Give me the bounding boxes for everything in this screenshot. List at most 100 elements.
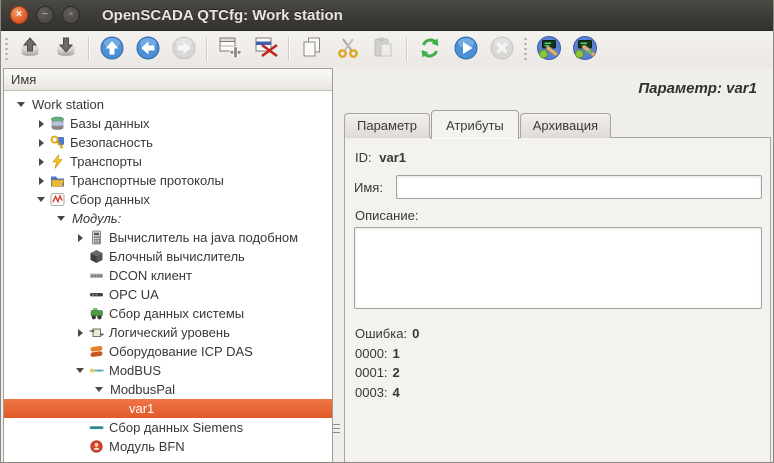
- expander-expanded-icon[interactable]: [94, 387, 108, 392]
- database-arrow-down-icon: [53, 35, 79, 64]
- attributes-tab-content: ID: var1 Имя: Описание: Ошибка:0 0000:1 …: [344, 137, 771, 463]
- expander-collapsed-icon[interactable]: [36, 120, 50, 128]
- arrow-left-circle-icon: [135, 35, 161, 64]
- expander-collapsed-icon[interactable]: [75, 329, 89, 337]
- toolbar: [1, 31, 773, 67]
- splitter-handle[interactable]: [333, 424, 340, 436]
- station-config-button[interactable]: [533, 34, 565, 64]
- go-up-button[interactable]: [96, 34, 128, 64]
- play-circle-icon: [453, 35, 479, 64]
- tree-item-icp-das[interactable]: Оборудование ICP DAS: [4, 342, 332, 361]
- name-input[interactable]: [396, 175, 762, 199]
- tree-item-var1[interactable]: var1: [4, 399, 332, 418]
- lightning-icon: [50, 154, 68, 169]
- item-delete-button[interactable]: [250, 34, 282, 64]
- tab-bar: Параметр Атрибуты Архивация: [344, 108, 612, 138]
- tree-column-header[interactable]: Имя: [4, 69, 332, 91]
- calculator-icon: [89, 230, 107, 245]
- tree-item-bfn-module[interactable]: Модуль BFN: [4, 437, 332, 456]
- attribute-row-0000: 0000:1: [355, 344, 762, 364]
- tree-item-modbuspal[interactable]: ModbusPal: [4, 380, 332, 399]
- attribute-row-error: Ошибка:0: [355, 324, 762, 344]
- close-icon[interactable]: ×: [10, 6, 28, 24]
- go-back-button[interactable]: [132, 34, 164, 64]
- expander-collapsed-icon[interactable]: [36, 158, 50, 166]
- tree-item-partial[interactable]: [4, 456, 332, 463]
- icpdas-logo-icon: [89, 344, 107, 359]
- tree-item-logic-level[interactable]: Логический уровень: [4, 323, 332, 342]
- station-tools-icon: [536, 35, 562, 64]
- toolbar-drag-handle: [523, 38, 528, 60]
- tree-item-transport-protocols[interactable]: Транспортные протоколы: [4, 171, 332, 190]
- name-label: Имя:: [354, 180, 396, 195]
- tree-item-java-calculator[interactable]: Вычислитель на java подобном: [4, 228, 332, 247]
- expander-expanded-icon[interactable]: [16, 102, 30, 107]
- refresh-button[interactable]: [414, 34, 446, 64]
- titlebar: × − ▫ OpenSCADA QTCfg: Work station: [0, 0, 774, 31]
- minimize-icon[interactable]: −: [36, 6, 54, 24]
- tree-item-data-acquisition[interactable]: Сбор данных: [4, 190, 332, 209]
- item-add-button[interactable]: [214, 34, 246, 64]
- toolbar-separator: [206, 37, 208, 61]
- id-label: ID:: [355, 150, 372, 165]
- scissors-icon: [335, 35, 361, 64]
- tree-item-block-calculator[interactable]: Блочный вычислитель: [4, 247, 332, 266]
- expander-collapsed-icon[interactable]: [75, 234, 89, 242]
- tree-item-transports[interactable]: Транспорты: [4, 152, 332, 171]
- save-to-db-button[interactable]: [50, 34, 82, 64]
- attribute-row-0001: 0001:2: [355, 363, 762, 383]
- start-button[interactable]: [450, 34, 482, 64]
- name-row: Имя:: [354, 175, 762, 199]
- green-machine-icon: [89, 306, 107, 321]
- id-value: var1: [379, 150, 406, 165]
- partial-gray-icon: [89, 458, 107, 463]
- x-circle-icon: [489, 35, 515, 64]
- dcon-logo-icon: [89, 268, 107, 283]
- red-badge-icon: [89, 439, 107, 454]
- copy-pages-icon: [299, 35, 325, 64]
- tree-item-dcon-client[interactable]: DCON клиент: [4, 266, 332, 285]
- expander-expanded-icon[interactable]: [36, 197, 50, 202]
- tree-item-work-station[interactable]: Work station: [4, 95, 332, 114]
- database-arrow-up-icon: [17, 35, 43, 64]
- load-from-db-button[interactable]: [14, 34, 46, 64]
- logic-block-icon: [89, 325, 107, 340]
- station-edit-button[interactable]: [569, 34, 601, 64]
- description-label: Описание:: [355, 208, 762, 223]
- maximize-icon[interactable]: ▫: [62, 6, 80, 24]
- table-plus-icon: [217, 35, 243, 64]
- expander-collapsed-icon[interactable]: [36, 177, 50, 185]
- tree-body: Work station Базы данных Безопасность Тр…: [4, 95, 332, 463]
- tree-item-module-group[interactable]: Модуль:: [4, 209, 332, 228]
- toolbar-drag-handle: [4, 38, 9, 60]
- attribute-row-0003: 0003:4: [355, 383, 762, 403]
- opc-logo-icon: [89, 287, 107, 302]
- cube-icon: [89, 249, 107, 264]
- tree-item-security[interactable]: Безопасность: [4, 133, 332, 152]
- copy-button[interactable]: [296, 34, 328, 64]
- go-forward-button[interactable]: [168, 34, 200, 64]
- tree-item-opc-ua[interactable]: OPC UA: [4, 285, 332, 304]
- tab-attributes[interactable]: Атрибуты: [431, 110, 519, 139]
- siemens-logo-icon: [89, 420, 107, 435]
- attributes-list: Ошибка:0 0000:1 0001:2 0003:4: [355, 324, 762, 402]
- cut-button[interactable]: [332, 34, 364, 64]
- tree-item-siemens-da[interactable]: Сбор данных Siemens: [4, 418, 332, 437]
- tab-archiving[interactable]: Архивация: [520, 113, 611, 138]
- tree-item-databases[interactable]: Базы данных: [4, 114, 332, 133]
- tab-parameter[interactable]: Параметр: [344, 113, 430, 138]
- expander-expanded-icon[interactable]: [75, 368, 89, 373]
- description-textarea[interactable]: [354, 227, 762, 309]
- paste-button[interactable]: [368, 34, 400, 64]
- tree-item-system-da[interactable]: Сбор данных системы: [4, 304, 332, 323]
- station-tools-edit-icon: [572, 35, 598, 64]
- tree-item-modbus[interactable]: ModBUS: [4, 361, 332, 380]
- page-title: Параметр: var1: [638, 80, 757, 97]
- security-key-icon: [50, 135, 68, 150]
- expander-expanded-icon[interactable]: [56, 216, 70, 221]
- navigation-tree-panel: Имя Work station Базы данных Безопасност…: [3, 68, 333, 463]
- expander-collapsed-icon[interactable]: [36, 139, 50, 147]
- window-title: OpenSCADA QTCfg: Work station: [102, 7, 343, 24]
- waveform-card-icon: [50, 192, 68, 207]
- stop-button[interactable]: [486, 34, 518, 64]
